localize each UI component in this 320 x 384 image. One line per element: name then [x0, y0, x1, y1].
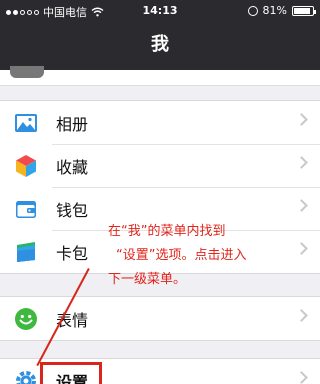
top-bar: 中国电信 14:13 81% 我 [0, 0, 320, 70]
battery-icon [292, 5, 316, 16]
menu-item-label: 收藏 [56, 157, 89, 177]
status-bar: 中国电信 14:13 81% [0, 0, 320, 22]
settings-highlight-box [40, 362, 102, 384]
chevron-right-icon [295, 156, 308, 169]
chevron-right-icon [295, 199, 308, 212]
menu-item-favorites[interactable]: 收藏 [0, 144, 320, 187]
chevron-right-icon [295, 309, 308, 322]
chevron-right-icon [295, 113, 308, 126]
wallet-icon [16, 201, 36, 218]
card-pack-icon [17, 242, 35, 262]
avatar [10, 66, 44, 78]
menu-item-label: 钱包 [56, 200, 89, 220]
annotation-line-3: 下一级菜单。 [108, 272, 187, 287]
gear-icon [16, 371, 36, 384]
favorites-cube-icon [16, 155, 36, 177]
menu-item-label: 卡包 [56, 243, 89, 263]
menu-item-album[interactable]: 相册 [0, 101, 320, 144]
annotation-line-1: 在“我”的菜单内找到 [108, 224, 226, 239]
page-title: 我 [151, 34, 169, 55]
rotation-lock-icon [247, 5, 258, 16]
photo-album-icon [15, 114, 37, 132]
battery-percent: 81% [262, 4, 287, 17]
menu-item-label: 相册 [56, 114, 89, 134]
profile-section[interactable] [0, 66, 320, 86]
chevron-right-icon [295, 371, 308, 384]
smiley-icon [15, 308, 37, 330]
menu-item-stickers[interactable]: 表情 [0, 297, 320, 340]
menu-group-stickers: 表情 [0, 296, 320, 341]
chevron-right-icon [295, 242, 308, 255]
status-right: 81% [247, 4, 316, 17]
annotation-line-2: “设置”选项。点击进入 [116, 248, 247, 263]
